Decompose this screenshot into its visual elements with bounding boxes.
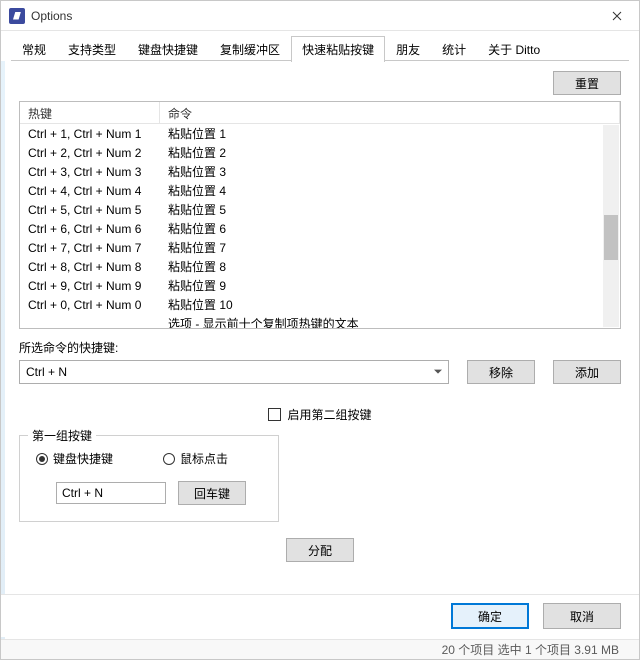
table-row[interactable]: Ctrl + 6, Ctrl + Num 6粘贴位置 6	[20, 219, 620, 238]
scrollbar-thumb[interactable]	[604, 215, 618, 260]
tab-friends[interactable]: 朋友	[385, 36, 431, 62]
enable-group2-label: 启用第二组按键	[287, 406, 371, 423]
ok-button[interactable]: 确定	[451, 603, 529, 629]
shortcut-combo-value: Ctrl + N	[26, 365, 67, 379]
tab-general[interactable]: 常规	[11, 36, 57, 62]
shortcut-combo[interactable]: Ctrl + N	[19, 360, 449, 384]
tab-supported-types[interactable]: 支持类型	[57, 36, 127, 62]
radio-keyboard[interactable]: 键盘快捷键	[36, 450, 113, 467]
status-text: 20 个项目 选中 1 个项目 3.91 MB	[442, 641, 619, 658]
radio-dot-icon	[36, 453, 48, 465]
enable-group2-checkbox[interactable]	[268, 408, 281, 421]
cancel-button[interactable]: 取消	[543, 603, 621, 629]
column-header-command[interactable]: 命令	[160, 102, 620, 123]
tab-stats[interactable]: 统计	[431, 36, 477, 62]
listview-header: 热键 命令	[20, 102, 620, 124]
table-row[interactable]: Ctrl + 3, Ctrl + Num 3粘贴位置 3	[20, 162, 620, 181]
assign-button[interactable]: 分配	[286, 538, 354, 562]
group1-legend: 第一组按键	[28, 427, 96, 444]
hotkey-listview[interactable]: 热键 命令 Ctrl + 1, Ctrl + Num 1粘贴位置 1 Ctrl …	[19, 101, 621, 329]
table-row[interactable]: Ctrl + 9, Ctrl + Num 9粘贴位置 9	[20, 276, 620, 295]
tab-content: 重置 热键 命令 Ctrl + 1, Ctrl + Num 1粘贴位置 1 Ct…	[1, 61, 639, 582]
remove-button[interactable]: 移除	[467, 360, 535, 384]
window-title: Options	[31, 9, 594, 23]
table-row[interactable]: Ctrl + 0, Ctrl + Num 0粘贴位置 10	[20, 295, 620, 314]
table-row[interactable]: Ctrl + 7, Ctrl + Num 7粘贴位置 7	[20, 238, 620, 257]
radio-keyboard-label: 键盘快捷键	[53, 450, 113, 467]
tab-about-ditto[interactable]: 关于 Ditto	[477, 36, 551, 62]
add-button[interactable]: 添加	[553, 360, 621, 384]
reset-button[interactable]: 重置	[553, 71, 621, 95]
table-row[interactable]: Ctrl + 1, Ctrl + Num 1粘贴位置 1	[20, 124, 620, 143]
column-header-hotkey[interactable]: 热键	[20, 102, 160, 123]
key-input-value: Ctrl + N	[62, 486, 103, 500]
tab-copy-buffer[interactable]: 复制缓冲区	[209, 36, 291, 62]
listview-body: Ctrl + 1, Ctrl + Num 1粘贴位置 1 Ctrl + 2, C…	[20, 124, 620, 328]
tab-keyboard-shortcuts[interactable]: 键盘快捷键	[127, 36, 209, 62]
table-row[interactable]: Ctrl + 8, Ctrl + Num 8粘贴位置 8	[20, 257, 620, 276]
enter-key-button[interactable]: 回车键	[178, 481, 246, 505]
radio-mouse[interactable]: 鼠标点击	[163, 450, 228, 467]
dialog-buttons: 确定 取消	[1, 594, 639, 637]
group1-fieldset: 第一组按键 键盘快捷键 鼠标点击 Ctrl + N 回车键	[19, 435, 279, 522]
scrollbar[interactable]	[603, 125, 619, 327]
key-input[interactable]: Ctrl + N	[56, 482, 166, 504]
close-button[interactable]	[594, 1, 639, 31]
app-icon	[9, 8, 25, 24]
tab-strip: 常规 支持类型 键盘快捷键 复制缓冲区 快速粘贴按键 朋友 统计 关于 Ditt…	[1, 31, 639, 61]
selected-command-label: 所选命令的快捷键:	[19, 339, 621, 356]
status-bar: 20 个项目 选中 1 个项目 3.91 MB	[1, 639, 639, 659]
tab-quick-paste-keys[interactable]: 快速粘贴按键	[291, 36, 385, 62]
radio-empty-icon	[163, 453, 175, 465]
table-row[interactable]: Ctrl + 5, Ctrl + Num 5粘贴位置 5	[20, 200, 620, 219]
table-row[interactable]: Ctrl + 2, Ctrl + Num 2粘贴位置 2	[20, 143, 620, 162]
table-row[interactable]: 选项 - 显示前十个复制项热键的文本	[20, 314, 620, 328]
table-row[interactable]: Ctrl + 4, Ctrl + Num 4粘贴位置 4	[20, 181, 620, 200]
close-icon	[612, 11, 622, 21]
radio-mouse-label: 鼠标点击	[180, 450, 228, 467]
titlebar: Options	[1, 1, 639, 31]
